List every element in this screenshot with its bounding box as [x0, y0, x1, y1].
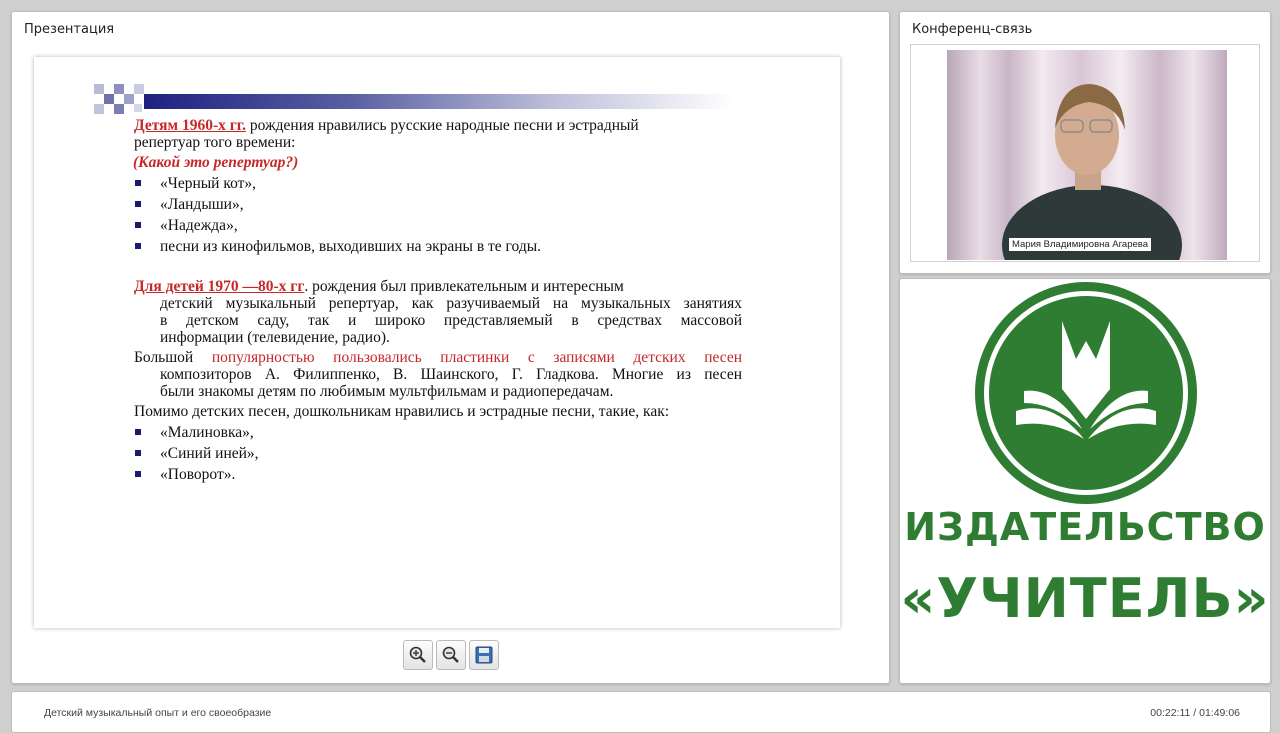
paragraph-popularity: Большой популярностью пользовались пласт…: [134, 349, 742, 366]
slide-title-decoration: [94, 84, 734, 118]
list-item: «Ландыши»,: [160, 196, 244, 213]
paragraph-1960s-text: рождения нравились русские народные песн…: [245, 117, 639, 134]
paragraph-popularity-line2: композиторов А. Филиппенко, В. Шаинского…: [160, 366, 742, 383]
presentation-panel: Презентация Детям 1960-х гг. рождения нр…: [11, 11, 890, 684]
presentation-panel-title: Презентация: [24, 22, 115, 37]
paragraph-1970s-line4: информации (телевидение, радио).: [160, 329, 390, 346]
heading-1970s: Для детей 1970 —80-х гг: [134, 278, 305, 295]
list-item: «Надежда»,: [160, 217, 238, 234]
paragraph-pop-songs: Помимо детских песен, дошкольникам нрави…: [134, 403, 670, 420]
bullet-icon: [135, 471, 141, 477]
publisher-name-line2: «УЧИТЕЛЬ»: [900, 567, 1270, 630]
webcam-feed: Мария Владимировна Агарева: [947, 50, 1227, 260]
zoom-out-icon: [442, 646, 459, 663]
paragraph-1960s-line2: репертуар того времени:: [134, 134, 296, 151]
speaker-silhouette: [1002, 84, 1182, 260]
publisher-emblem-icon: [975, 282, 1197, 504]
list-item: «Синий иней»,: [160, 445, 259, 462]
webcam-video: Мария Владимировна Агарева: [910, 44, 1260, 262]
slide: Детям 1960-х гг. рождения нравились русс…: [34, 57, 840, 628]
zoom-in-button[interactable]: [403, 640, 433, 670]
paragraph-1960s: Детям 1960-х гг. рождения нравились русс…: [134, 117, 754, 134]
publisher-logo-panel: ИЗДАТЕЛЬСТВО «УЧИТЕЛЬ»: [899, 278, 1271, 684]
paragraph-popularity-line3: были знакомы детям по любимым мультфильм…: [160, 383, 614, 400]
bullet-icon: [135, 243, 141, 249]
repertoire-question: (Какой это репертуар?): [133, 154, 299, 171]
webinar-title: Детский музыкальный опыт и его своеобраз…: [44, 707, 272, 719]
list-item: «Поворот».: [160, 466, 236, 483]
list-item: «Малиновка»,: [160, 424, 254, 441]
footer-bar: Детский музыкальный опыт и его своеобраз…: [11, 691, 1271, 733]
playback-time: 00:22:11 / 01:49:06: [1150, 707, 1240, 719]
bullet-icon: [135, 429, 141, 435]
bullet-icon: [135, 450, 141, 456]
bullet-icon: [135, 201, 141, 207]
paragraph-1970s-line2: детский музыкальный репертуар, как разуч…: [160, 295, 742, 312]
paragraph-1970s: Для детей 1970 —80-х гг. рождения был пр…: [134, 278, 742, 295]
speaker-name-label: Мария Владимировна Агарева: [1009, 238, 1151, 251]
popularity-highlight: популярностью пользовались пластинки с з…: [211, 349, 743, 366]
zoom-out-button[interactable]: [436, 640, 466, 670]
publisher-name-line1: ИЗДАТЕЛЬСТВО: [904, 505, 1266, 549]
paragraph-1970s-text: . рождения был привлекательным и интерес…: [304, 278, 624, 295]
heading-1960s: Детям 1960-х гг.: [134, 117, 246, 134]
conference-panel: Конференц-связь Мария Владимировна Агаре…: [899, 11, 1271, 274]
conference-panel-title: Конференц-связь: [912, 22, 1033, 37]
bullet-icon: [135, 222, 141, 228]
floppy-disk-icon: [475, 646, 493, 664]
bullet-icon: [135, 180, 141, 186]
zoom-in-icon: [409, 646, 426, 663]
save-button[interactable]: [469, 640, 499, 670]
paragraph-1970s-line3: в детском саду, так и широко представляе…: [160, 312, 742, 329]
list-item: песни из кинофильмов, выходивших на экра…: [160, 238, 542, 255]
list-item: «Черный кот»,: [160, 175, 257, 192]
paragraph-popularity-start: Большой: [134, 349, 212, 366]
